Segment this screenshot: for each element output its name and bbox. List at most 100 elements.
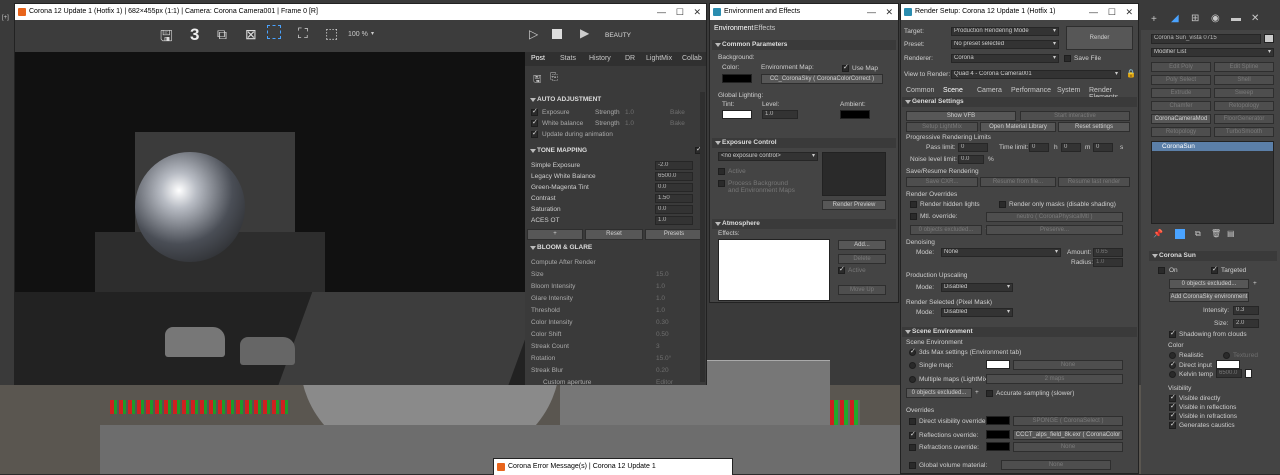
multiple-maps-radio[interactable] [909, 376, 916, 383]
upscaling-mode-dropdown[interactable]: Disabled [941, 283, 1013, 292]
mtl-override-checkbox[interactable] [910, 213, 917, 220]
maximize-icon[interactable]: ☐ [1108, 4, 1116, 20]
tone-row-value[interactable]: -2.0 [655, 161, 693, 170]
modifier-list-dropdown[interactable]: Modifier List [1151, 48, 1274, 57]
editor-button[interactable]: Editor [656, 379, 673, 386]
auto-wb-value[interactable]: 1.0 [625, 120, 634, 127]
region-render-icon[interactable] [267, 25, 281, 39]
mtl-override-button[interactable]: neutro ( CoronaPhysicalMtl ) [986, 212, 1123, 222]
save-post-icon[interactable]: 🖫 [533, 72, 542, 89]
error-titlebar[interactable]: Corona Error Message(s) | Corona 12 Upda… [494, 459, 732, 475]
effects-list[interactable] [718, 239, 830, 301]
play-icon[interactable]: ▷ [529, 27, 538, 41]
lock-icon[interactable]: 🔒 [1126, 69, 1136, 78]
kelvin-field[interactable]: 6500.0 [1216, 369, 1242, 378]
targeted-checkbox[interactable] [1211, 265, 1218, 274]
denoise-mode-dropdown[interactable]: None [941, 248, 1061, 257]
single-map-radio[interactable] [909, 362, 916, 369]
exposure-control-dropdown[interactable]: <no exposure control> [718, 152, 818, 161]
move-up-button[interactable]: Move Up [838, 285, 886, 295]
refractions-map-button[interactable]: None [1013, 442, 1123, 452]
bloom-row-value[interactable]: 0.50 [656, 331, 669, 338]
scene-environment-header[interactable]: Scene Environment [902, 327, 1137, 337]
tab-collab[interactable]: Collab [682, 55, 702, 62]
render-icon[interactable]: ▶ [580, 26, 589, 40]
tab-post[interactable]: Post [531, 55, 545, 62]
env-titlebar[interactable]: Environment and Effects — ✕ [710, 4, 898, 20]
preserve-button[interactable]: Preserve... [986, 225, 1123, 235]
direct-input-swatch[interactable] [1216, 360, 1240, 369]
modifier-button[interactable]: FloorGenerator [1214, 114, 1274, 124]
modifier-button[interactable]: Retopology [1151, 127, 1211, 137]
visibility-checkbox[interactable] [1169, 402, 1176, 411]
bloom-row-value[interactable]: 15.0 [656, 271, 669, 278]
max-settings-radio[interactable] [909, 347, 916, 356]
effect-active-checkbox[interactable] [838, 265, 845, 274]
fit-icon[interactable]: ⛶ [298, 25, 308, 42]
modifier-button[interactable]: Poly Select [1151, 75, 1211, 85]
ambient-color-swatch[interactable] [840, 110, 870, 119]
create-tab-icon[interactable]: + [1151, 14, 1157, 25]
resume-from-file-button[interactable]: Resume from file... [980, 177, 1056, 187]
tone-add-button[interactable]: + [527, 229, 583, 240]
object-color-swatch[interactable] [1264, 34, 1274, 43]
corona-sun-rollout-header[interactable]: Corona Sun [1149, 251, 1277, 261]
auto-wb-checkbox[interactable] [531, 118, 538, 127]
tab-effects[interactable]: Effects [754, 25, 775, 32]
blowup-icon[interactable]: ⬚ [325, 25, 338, 42]
tone-row-value[interactable]: 6500.0 [655, 172, 693, 181]
global-volume-checkbox[interactable] [909, 462, 916, 469]
single-map-button[interactable]: None [1013, 360, 1123, 370]
close-icon[interactable]: ✕ [1125, 4, 1133, 20]
minimize-icon[interactable]: — [657, 4, 666, 20]
env-objects-excluded-button[interactable]: 0 objects excluded... [906, 388, 972, 398]
zoom-level[interactable]: 100 % [348, 31, 368, 38]
reflections-swatch[interactable] [986, 430, 1010, 439]
accurate-sampling-checkbox[interactable] [986, 390, 993, 397]
configure-sets-icon[interactable]: ▤ [1227, 229, 1235, 238]
reset-settings-button[interactable]: Reset settings [1058, 122, 1130, 132]
save-file-checkbox[interactable] [1064, 55, 1071, 62]
update-animation-checkbox[interactable] [531, 129, 538, 138]
viewport-corner-label[interactable]: [+] [2, 15, 9, 21]
utilities-tab-icon[interactable]: ✕ [1251, 13, 1259, 24]
open-material-library-button[interactable]: Open Material Library [980, 122, 1056, 132]
bloom-row-value[interactable]: 15.0° [656, 355, 671, 362]
auto-exposure-bake[interactable]: Bake [670, 109, 685, 116]
time-minutes-field[interactable]: 0 [1061, 143, 1081, 152]
tab-camera[interactable]: Camera [977, 87, 1002, 94]
stack-item-coronasun[interactable]: CoronaSun [1152, 142, 1273, 151]
background-color-swatch[interactable] [722, 74, 752, 83]
tone-presets-button[interactable]: Presets [645, 229, 703, 240]
auto-exposure-checkbox[interactable] [531, 107, 538, 116]
clear-icon[interactable]: ⊠ [245, 26, 257, 43]
intensity-field[interactable]: 0.3 [1233, 306, 1259, 315]
tone-row-value[interactable]: 1.0 [655, 216, 693, 225]
visibility-checkbox[interactable] [1169, 393, 1176, 402]
tab-history[interactable]: History [589, 55, 611, 62]
tone-row-value[interactable]: 0.0 [655, 205, 693, 214]
minimize-icon[interactable]: — [867, 4, 876, 20]
hidden-lights-checkbox[interactable] [910, 201, 917, 208]
refractions-swatch[interactable] [986, 442, 1010, 451]
bloom-row-value[interactable]: 0.30 [656, 319, 669, 326]
pin-stack-icon[interactable]: 📌 [1153, 229, 1163, 238]
display-tab-icon[interactable]: ▬ [1231, 13, 1241, 24]
render-preview-button[interactable]: Render Preview [822, 200, 886, 210]
modifier-button[interactable]: Extrude [1151, 88, 1211, 98]
sun-on-checkbox[interactable] [1158, 267, 1165, 274]
maximize-icon[interactable]: ☐ [676, 4, 684, 20]
bloom-row-value[interactable]: 1.0 [656, 295, 665, 302]
time-hours-field[interactable]: 0 [1029, 143, 1049, 152]
level-field[interactable]: 1.0 [762, 110, 798, 119]
direct-visibility-checkbox[interactable] [909, 418, 916, 425]
noise-limit-field[interactable]: 0.0 [958, 155, 984, 164]
sun-objects-excluded-button[interactable]: 0 objects excluded... [1169, 279, 1249, 289]
start-interactive-button[interactable]: Start interactive [1020, 111, 1130, 121]
tab-system[interactable]: System [1057, 87, 1080, 94]
modifier-button[interactable]: Retopology [1214, 101, 1274, 111]
exposure-control-header[interactable]: Exposure Control [712, 138, 896, 148]
general-settings-header[interactable]: General Settings [902, 97, 1137, 107]
vfb-titlebar[interactable]: Corona 12 Update 1 (Hotfix 1) | 682×455p… [15, 4, 706, 20]
minimize-icon[interactable]: — [1089, 4, 1098, 20]
